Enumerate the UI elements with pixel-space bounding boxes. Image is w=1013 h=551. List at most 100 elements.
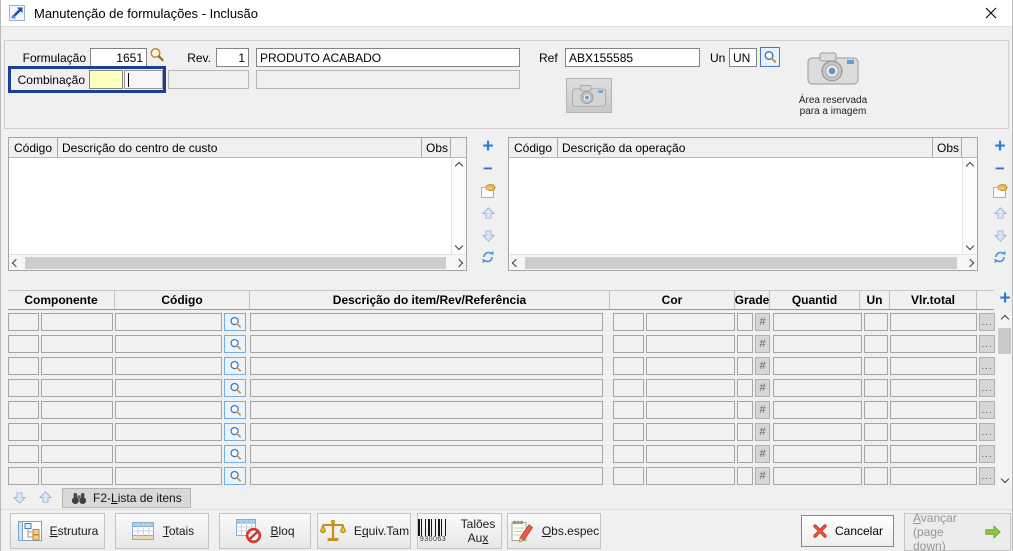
descricao-item-cell[interactable] xyxy=(250,313,603,331)
grade-cell[interactable] xyxy=(737,379,753,397)
codigo-cell[interactable] xyxy=(115,313,222,331)
un-cell[interactable] xyxy=(864,445,888,463)
quantid-cell[interactable] xyxy=(773,313,862,331)
horizontal-scrollbar[interactable] xyxy=(509,254,977,270)
componente-cell[interactable] xyxy=(41,379,113,397)
totais-button[interactable]: Totais xyxy=(115,513,209,549)
grade-cell[interactable] xyxy=(737,335,753,353)
item-search-button[interactable] xyxy=(224,423,246,441)
scrollbar-thumb[interactable] xyxy=(998,328,1011,354)
un-cell[interactable] xyxy=(864,379,888,397)
cor-desc-cell[interactable] xyxy=(646,357,735,375)
quantid-cell[interactable] xyxy=(773,357,862,375)
codigo-cell[interactable] xyxy=(115,445,222,463)
item-search-button[interactable] xyxy=(224,467,246,485)
item-search-button[interactable] xyxy=(224,335,246,353)
column-header[interactable]: Obs xyxy=(933,138,962,157)
quantid-cell[interactable] xyxy=(773,335,862,353)
cor-code-cell[interactable] xyxy=(613,313,644,331)
move-down-button[interactable] xyxy=(478,227,498,243)
column-header[interactable]: Vlr.total xyxy=(890,291,977,309)
image-placeholder-area[interactable]: Área reservada para a imagem xyxy=(778,48,888,120)
cor-code-cell[interactable] xyxy=(613,357,644,375)
grade-cell[interactable] xyxy=(737,357,753,375)
codigo-cell[interactable] xyxy=(115,467,222,485)
componente-seq-cell[interactable] xyxy=(8,401,39,419)
formulacao-field[interactable]: 1651 xyxy=(90,48,147,67)
un-cell[interactable] xyxy=(864,357,888,375)
codigo-cell[interactable] xyxy=(115,335,222,353)
grade-hash-button[interactable]: # xyxy=(755,357,770,375)
cor-desc-cell[interactable] xyxy=(646,335,735,353)
componente-cell[interactable] xyxy=(41,357,113,375)
cor-code-cell[interactable] xyxy=(613,335,644,353)
componente-cell[interactable] xyxy=(41,401,113,419)
cost-center-list[interactable] xyxy=(9,158,451,254)
rev-field[interactable]: 1 xyxy=(216,48,249,67)
scroll-right-icon[interactable] xyxy=(965,258,975,267)
move-up-button[interactable] xyxy=(478,205,498,221)
vlrtotal-cell[interactable] xyxy=(890,423,977,441)
operation-list[interactable] xyxy=(509,158,962,254)
move-down-button[interactable] xyxy=(990,227,1010,243)
grade-cell[interactable] xyxy=(737,445,753,463)
cancelar-button[interactable]: Cancelar xyxy=(801,515,894,547)
items-grid-scrollbar[interactable] xyxy=(997,311,1012,487)
descricao-item-cell[interactable] xyxy=(250,423,603,441)
column-header[interactable]: Componente xyxy=(8,291,115,309)
item-search-button[interactable] xyxy=(224,357,246,375)
quantid-cell[interactable] xyxy=(773,401,862,419)
scroll-right-icon[interactable] xyxy=(454,258,464,267)
cor-desc-cell[interactable] xyxy=(646,445,735,463)
descricao-field[interactable]: PRODUTO ACABADO xyxy=(256,48,520,67)
combinacao-desc-field[interactable] xyxy=(124,70,163,89)
add-button[interactable]: + xyxy=(478,137,498,156)
componente-cell[interactable] xyxy=(41,335,113,353)
scroll-left-icon[interactable] xyxy=(11,258,21,267)
descricao-item-cell[interactable] xyxy=(250,467,603,485)
grade-hash-button[interactable]: # xyxy=(755,445,770,463)
scroll-up-icon[interactable] xyxy=(965,161,975,171)
item-search-button[interactable] xyxy=(224,445,246,463)
cor-code-cell[interactable] xyxy=(613,467,644,485)
cor-desc-cell[interactable] xyxy=(646,379,735,397)
column-header[interactable]: Descrição da operação xyxy=(558,138,933,157)
quantid-cell[interactable] xyxy=(773,445,862,463)
cor-desc-cell[interactable] xyxy=(646,401,735,419)
edit-obs-button[interactable] xyxy=(478,183,498,199)
vertical-scrollbar[interactable] xyxy=(451,158,466,254)
descricao-item-cell[interactable] xyxy=(250,401,603,419)
close-button[interactable] xyxy=(978,2,1004,24)
quantid-cell[interactable] xyxy=(773,379,862,397)
remove-button[interactable]: − xyxy=(478,160,498,177)
vlrtotal-cell[interactable] xyxy=(890,445,977,463)
add-button[interactable]: + xyxy=(990,137,1010,156)
row-more-button[interactable]: ... xyxy=(979,467,995,485)
quantid-cell[interactable] xyxy=(773,467,862,485)
column-header[interactable]: Obs xyxy=(422,138,451,157)
estrutura-button[interactable]: Estrutura xyxy=(10,513,105,549)
vlrtotal-cell[interactable] xyxy=(890,401,977,419)
column-header[interactable]: Quantid xyxy=(770,291,860,309)
descricao-item-cell[interactable] xyxy=(250,335,603,353)
item-search-button[interactable] xyxy=(224,401,246,419)
obs-espec-button[interactable]: Obs.espec xyxy=(507,513,601,549)
row-more-button[interactable]: ... xyxy=(979,357,995,375)
cor-desc-cell[interactable] xyxy=(646,467,735,485)
descricao-item-cell[interactable] xyxy=(250,357,603,375)
grade-hash-button[interactable]: # xyxy=(755,401,770,419)
cor-desc-cell[interactable] xyxy=(646,313,735,331)
grade-hash-button[interactable]: # xyxy=(755,467,770,485)
codigo-cell[interactable] xyxy=(115,357,222,375)
codigo-cell[interactable] xyxy=(115,401,222,419)
remove-button[interactable]: − xyxy=(990,160,1010,177)
move-item-up-button[interactable] xyxy=(38,490,53,508)
grade-cell[interactable] xyxy=(737,467,753,485)
scroll-down-icon[interactable] xyxy=(454,241,464,251)
column-header[interactable]: Descrição do centro de custo xyxy=(58,138,422,157)
vlrtotal-cell[interactable] xyxy=(890,379,977,397)
ref-field[interactable]: ABX155585 xyxy=(565,48,700,67)
componente-seq-cell[interactable] xyxy=(8,423,39,441)
refresh-button[interactable] xyxy=(478,249,498,265)
add-item-button[interactable]: + xyxy=(997,289,1013,308)
